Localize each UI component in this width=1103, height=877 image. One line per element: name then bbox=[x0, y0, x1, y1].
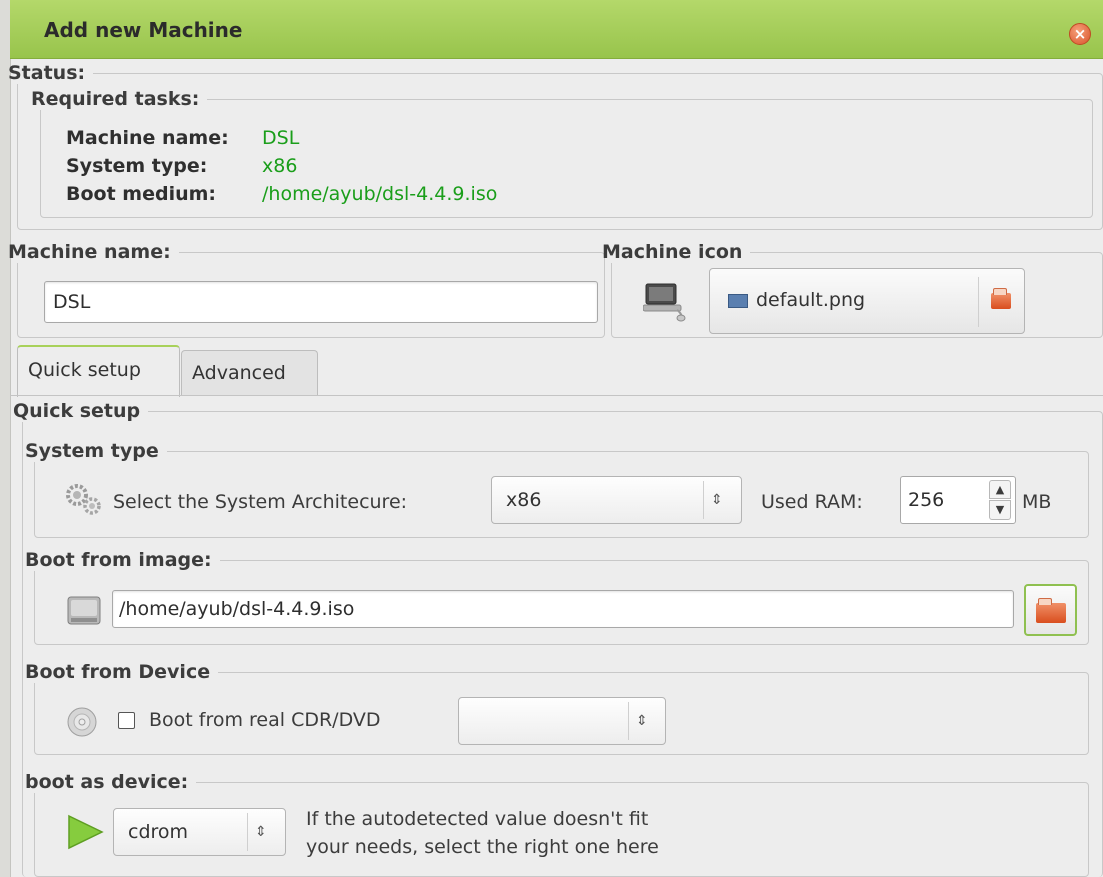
spin-up-icon: ▲ bbox=[995, 483, 1005, 496]
tab-quick-setup-label: Quick setup bbox=[28, 359, 141, 381]
gears-icon bbox=[64, 482, 104, 518]
chooser-separator bbox=[978, 277, 979, 327]
close-icon: × bbox=[1073, 25, 1087, 43]
image-file-icon bbox=[728, 294, 748, 308]
ram-spinner[interactable]: ▲ ▼ bbox=[900, 476, 1016, 524]
boot-device-checkbox-label[interactable]: Boot from real CDR/DVD bbox=[149, 709, 381, 731]
machine-name-legend: Machine name: bbox=[8, 241, 171, 263]
cd-icon bbox=[66, 706, 98, 738]
tab-panel-border bbox=[10, 395, 1103, 396]
required-tasks-legend: Required tasks: bbox=[31, 88, 200, 110]
boot-as-select[interactable]: cdrom ⇕ bbox=[113, 808, 286, 856]
ram-unit: MB bbox=[1022, 491, 1052, 513]
boot-device-select[interactable]: ⇕ bbox=[458, 697, 666, 745]
tab-advanced[interactable]: Advanced bbox=[181, 350, 318, 395]
ram-input[interactable] bbox=[901, 477, 985, 523]
ram-spin-up[interactable]: ▲ bbox=[989, 480, 1011, 499]
boot-image-legend: Boot from image: bbox=[25, 549, 212, 571]
req-boot-medium-label: Boot medium: bbox=[66, 183, 217, 205]
req-system-type-value: x86 bbox=[262, 155, 298, 177]
arch-select[interactable]: x86 ⇕ bbox=[491, 476, 742, 524]
ram-label: Used RAM: bbox=[761, 491, 863, 513]
updown-icon: ⇕ bbox=[636, 713, 648, 729]
updown-icon: ⇕ bbox=[711, 492, 723, 508]
req-boot-medium-value: /home/ayub/dsl-4.4.9.iso bbox=[262, 183, 498, 205]
boot-device-select-separator bbox=[628, 702, 629, 740]
updown-icon: ⇕ bbox=[255, 824, 267, 840]
req-system-type-label: System type: bbox=[66, 155, 208, 177]
window-title: Add new Machine bbox=[44, 18, 243, 42]
window-left-edge bbox=[0, 0, 11, 877]
req-machine-name-label: Machine name: bbox=[66, 127, 229, 149]
boot-as-select-separator bbox=[247, 813, 248, 851]
arch-select-value: x86 bbox=[506, 489, 542, 511]
boot-device-checkbox[interactable] bbox=[118, 712, 135, 729]
machine-icon-chooser[interactable]: default.png bbox=[709, 268, 1025, 334]
folder-icon bbox=[1036, 598, 1066, 623]
boot-image-path-input[interactable] bbox=[112, 590, 1014, 628]
play-icon bbox=[66, 814, 106, 850]
machine-icon-filename: default.png bbox=[756, 289, 866, 311]
boot-image-browse-button[interactable] bbox=[1024, 584, 1077, 636]
ram-spin-down[interactable]: ▼ bbox=[989, 500, 1011, 520]
arch-select-separator bbox=[703, 481, 704, 519]
req-machine-name-value: DSL bbox=[262, 127, 300, 149]
status-legend: Status: bbox=[8, 62, 86, 84]
folder-icon bbox=[991, 288, 1011, 309]
machine-icon-legend: Machine icon bbox=[602, 241, 743, 263]
computer-icon bbox=[642, 282, 687, 322]
quick-setup-legend: Quick setup bbox=[13, 400, 141, 422]
arch-label: Select the System Architecure: bbox=[113, 491, 408, 513]
machine-name-input[interactable] bbox=[44, 281, 598, 323]
tab-quick-setup[interactable]: Quick setup bbox=[17, 345, 180, 397]
boot-as-hint-line1: If the autodetected value doesn't fit bbox=[306, 808, 649, 830]
boot-as-hint-line2: your needs, select the right one here bbox=[306, 836, 659, 858]
title-bar[interactable]: Add new Machine × bbox=[10, 0, 1103, 59]
tab-advanced-label: Advanced bbox=[192, 362, 286, 384]
boot-as-legend: boot as device: bbox=[25, 771, 189, 793]
system-type-legend: System type bbox=[25, 440, 159, 462]
close-button[interactable]: × bbox=[1069, 23, 1091, 45]
spin-down-icon: ▼ bbox=[995, 503, 1005, 516]
boot-as-select-value: cdrom bbox=[128, 821, 189, 843]
boot-device-legend: Boot from Device bbox=[25, 661, 211, 683]
harddisk-icon bbox=[66, 595, 104, 627]
